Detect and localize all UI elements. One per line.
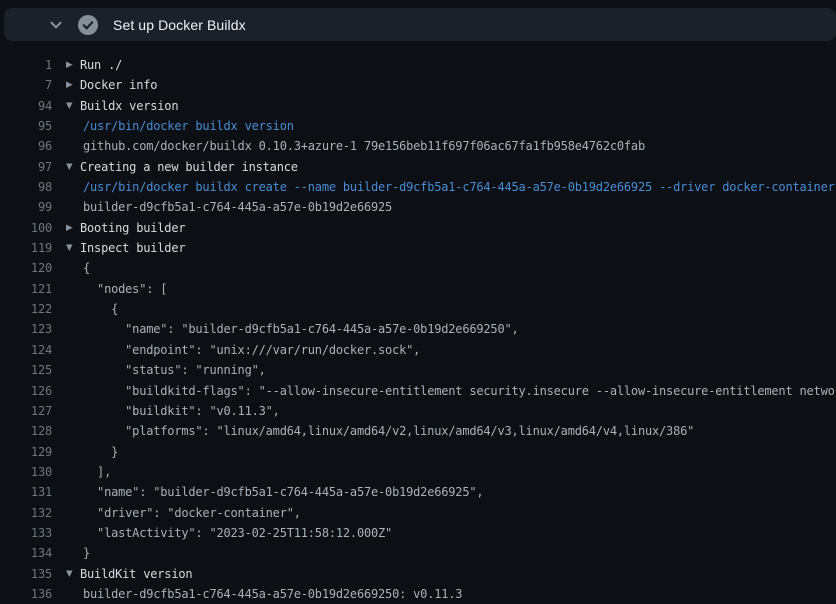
log-row: 136 builder-d9cfb5a1-c764-445a-a57e-0b19d… <box>0 584 836 604</box>
log-group-row[interactable]: 135 ▼BuildKit version <box>0 564 836 584</box>
collapse-triangle-icon[interactable]: ▼ <box>66 564 80 584</box>
log-group-row[interactable]: 100 ▶Booting builder <box>0 218 836 238</box>
line-number-link[interactable]: 99 <box>0 197 52 217</box>
chevron-down-icon[interactable] <box>47 16 65 34</box>
output-text: "name": "builder-d9cfb5a1-c764-445a-a57e… <box>83 482 836 502</box>
line-number-link[interactable]: 121 <box>0 279 52 299</box>
log-row: 134} <box>0 543 836 563</box>
log-group-row[interactable]: 7 ▶Docker info <box>0 75 836 95</box>
log-group-row[interactable]: 94 ▼Buildx version <box>0 96 836 116</box>
group-title[interactable]: Inspect builder <box>80 238 836 258</box>
collapse-triangle-icon[interactable]: ▼ <box>66 96 80 116</box>
line-number-link[interactable]: 131 <box>0 482 52 502</box>
output-text: "name": "builder-d9cfb5a1-c764-445a-a57e… <box>83 319 836 339</box>
log-group-row[interactable]: 1 ▶Run ./ <box>0 55 836 75</box>
line-number-link[interactable]: 100 <box>0 218 52 238</box>
log-row: 128 "platforms": "linux/amd64,linux/amd6… <box>0 421 836 441</box>
output-text: { <box>83 299 836 319</box>
line-number-link[interactable]: 127 <box>0 401 52 421</box>
log-row: 125 "status": "running", <box>0 360 836 380</box>
line-number-link[interactable]: 133 <box>0 523 52 543</box>
group-title[interactable]: Buildx version <box>80 96 836 116</box>
log-row: 133 "lastActivity": "2023-02-25T11:58:12… <box>0 523 836 543</box>
output-text: "endpoint": "unix:///var/run/docker.sock… <box>83 340 836 360</box>
line-number-link[interactable]: 134 <box>0 543 52 563</box>
step-header[interactable]: Set up Docker Buildx <box>4 8 836 41</box>
check-circle-icon <box>77 14 99 36</box>
log-row: 96 github.com/docker/buildx 0.10.3+azure-… <box>0 136 836 156</box>
command-text: /usr/bin/docker buildx version <box>83 116 836 136</box>
output-text: "status": "running", <box>83 360 836 380</box>
output-text: github.com/docker/buildx 0.10.3+azure-1 … <box>83 136 836 156</box>
group-title[interactable]: Run ./ <box>80 55 836 75</box>
output-text: } <box>83 543 836 563</box>
log-row: 131 "name": "builder-d9cfb5a1-c764-445a-… <box>0 482 836 502</box>
line-number-link[interactable]: 124 <box>0 340 52 360</box>
output-text: { <box>83 258 836 278</box>
line-number-link[interactable]: 130 <box>0 462 52 482</box>
line-number-link[interactable]: 122 <box>0 299 52 319</box>
expand-triangle-icon[interactable]: ▶ <box>66 55 80 75</box>
log-row: 126 "buildkitd-flags": "--allow-insecure… <box>0 381 836 401</box>
output-text: "buildkitd-flags": "--allow-insecure-ent… <box>83 381 836 401</box>
line-number-link[interactable]: 120 <box>0 258 52 278</box>
log-lines: 1▶Run ./7▶Docker info94▼Buildx version95… <box>0 45 836 604</box>
group-title[interactable]: Booting builder <box>80 218 836 238</box>
log-row: 99 builder-d9cfb5a1-c764-445a-a57e-0b19d2… <box>0 197 836 217</box>
output-text: "nodes": [ <box>83 279 836 299</box>
log-row: 123 "name": "builder-d9cfb5a1-c764-445a-… <box>0 319 836 339</box>
collapse-triangle-icon[interactable]: ▼ <box>66 238 80 258</box>
group-title[interactable]: Docker info <box>80 75 836 95</box>
line-number-link[interactable]: 126 <box>0 381 52 401</box>
line-number-link[interactable]: 94 <box>0 96 52 116</box>
step-title: Set up Docker Buildx <box>113 17 246 33</box>
line-number-link[interactable]: 95 <box>0 116 52 136</box>
log-row: 130 ], <box>0 462 836 482</box>
log-group-row[interactable]: 97 ▼Creating a new builder instance <box>0 157 836 177</box>
output-text: } <box>83 442 836 462</box>
log-row: 95/usr/bin/docker buildx version <box>0 116 836 136</box>
log-row: 127 "buildkit": "v0.11.3", <box>0 401 836 421</box>
log-group-row[interactable]: 119 ▼Inspect builder <box>0 238 836 258</box>
log-row: 121 "nodes": [ <box>0 279 836 299</box>
log-row: 124 "endpoint": "unix:///var/run/docker.… <box>0 340 836 360</box>
output-text: builder-d9cfb5a1-c764-445a-a57e-0b19d2e6… <box>83 197 836 217</box>
output-text: ], <box>83 462 836 482</box>
log-row: 132 "driver": "docker-container", <box>0 503 836 523</box>
output-text: "buildkit": "v0.11.3", <box>83 401 836 421</box>
log-row: 129 } <box>0 442 836 462</box>
log-row: 122 { <box>0 299 836 319</box>
line-number-link[interactable]: 123 <box>0 319 52 339</box>
output-text: builder-d9cfb5a1-c764-445a-a57e-0b19d2e6… <box>83 584 836 604</box>
expand-triangle-icon[interactable]: ▶ <box>66 75 80 95</box>
line-number-link[interactable]: 136 <box>0 584 52 604</box>
output-text: "platforms": "linux/amd64,linux/amd64/v2… <box>83 421 836 441</box>
line-number-link[interactable]: 129 <box>0 442 52 462</box>
line-number-link[interactable]: 135 <box>0 564 52 584</box>
line-number-link[interactable]: 97 <box>0 157 52 177</box>
group-title[interactable]: BuildKit version <box>80 564 836 584</box>
line-number-link[interactable]: 132 <box>0 503 52 523</box>
log-row: 98/usr/bin/docker buildx create --name b… <box>0 177 836 197</box>
log-row: 120 { <box>0 258 836 278</box>
group-title[interactable]: Creating a new builder instance <box>80 157 836 177</box>
command-text: /usr/bin/docker buildx create --name bui… <box>83 177 836 197</box>
line-number-link[interactable]: 7 <box>0 75 52 95</box>
output-text: "lastActivity": "2023-02-25T11:58:12.000… <box>83 523 836 543</box>
line-number-link[interactable]: 1 <box>0 55 52 75</box>
line-number-link[interactable]: 119 <box>0 238 52 258</box>
line-number-link[interactable]: 125 <box>0 360 52 380</box>
expand-triangle-icon[interactable]: ▶ <box>66 218 80 238</box>
line-number-link[interactable]: 128 <box>0 421 52 441</box>
collapse-triangle-icon[interactable]: ▼ <box>66 157 80 177</box>
output-text: "driver": "docker-container", <box>83 503 836 523</box>
line-number-link[interactable]: 96 <box>0 136 52 156</box>
line-number-link[interactable]: 98 <box>0 177 52 197</box>
